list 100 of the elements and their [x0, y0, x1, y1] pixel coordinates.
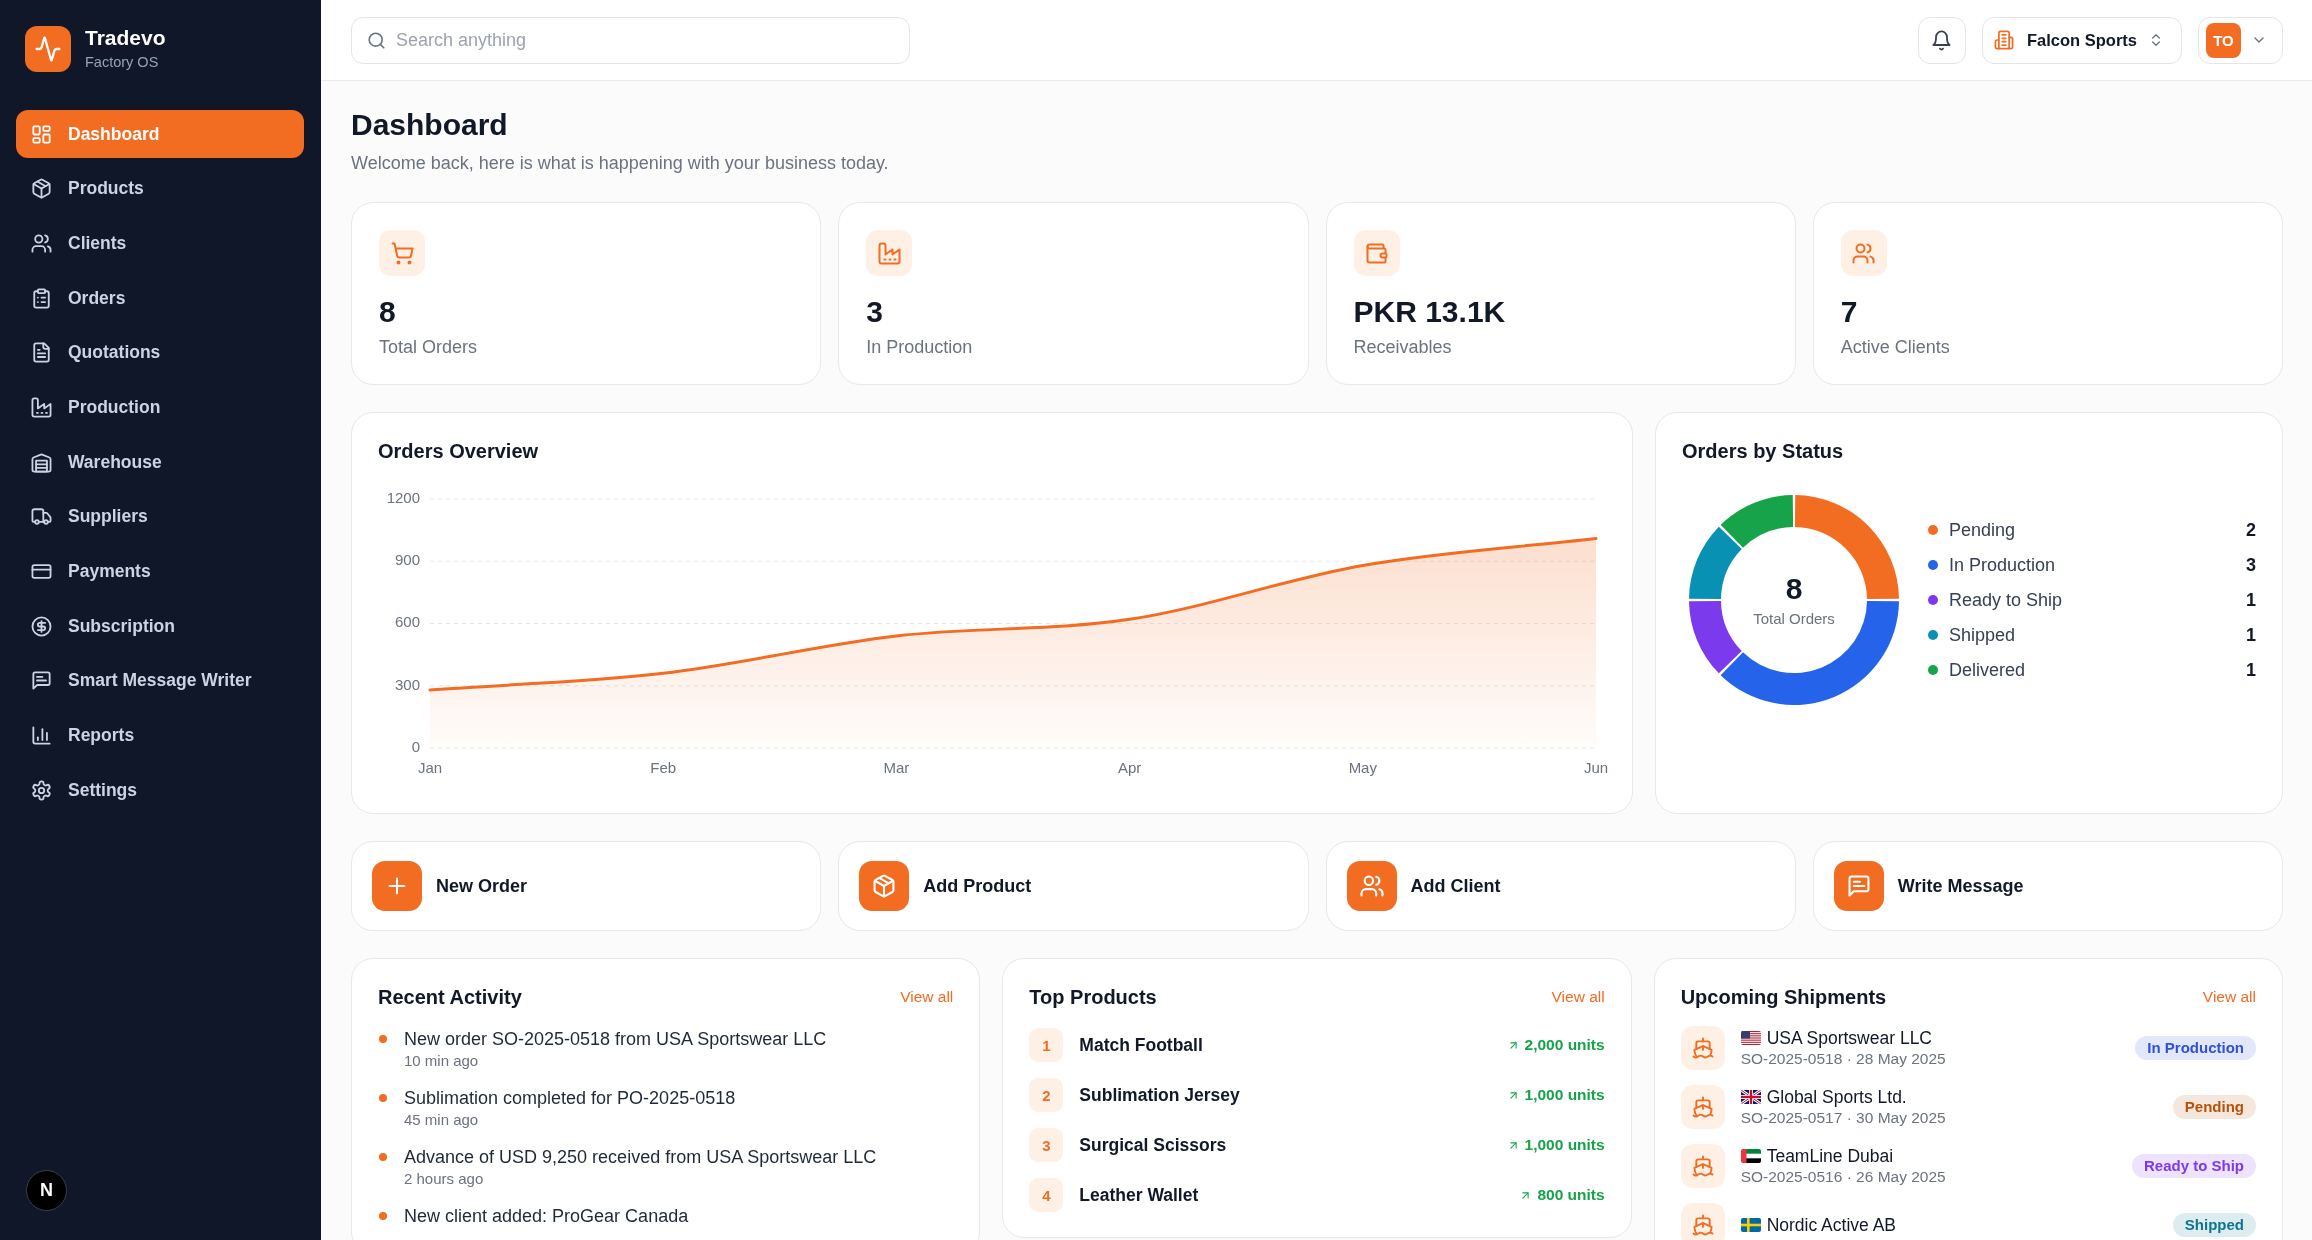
page-subtitle: Welcome back, here is what is happening with your business today. — [351, 152, 890, 175]
legend-count: 2 — [2246, 519, 2256, 542]
nav-item[interactable]: Clients — [16, 219, 304, 268]
flag-icon — [1740, 1090, 1761, 1104]
notifications-button[interactable] — [1918, 16, 1966, 64]
client-name: Global Sports Ltd. — [1766, 1086, 1907, 1108]
nav-item[interactable]: Payments — [16, 547, 304, 596]
company-selector[interactable]: Falcon Sports — [1982, 16, 2182, 64]
client-name: Nordic Active AB — [1766, 1214, 1897, 1236]
logo-icon — [25, 26, 71, 72]
status-tag: In Production — [2135, 1036, 2256, 1060]
arrow-up-right-icon — [1520, 1189, 1532, 1201]
page-title: Dashboard — [351, 108, 509, 142]
x-axis-label: Jan — [417, 758, 443, 776]
legend-count: 1 — [2246, 589, 2256, 612]
clipboard-icon — [32, 288, 51, 308]
quick-action-button[interactable]: Add Client — [1325, 841, 1796, 931]
bar-chart-icon — [32, 726, 51, 746]
x-axis-label: Mar — [883, 758, 910, 776]
nav-item[interactable]: Warehouse — [16, 438, 304, 487]
stat-label: In Production — [866, 336, 974, 359]
stat-label: Active Clients — [1840, 336, 1951, 359]
rank-number: 4 — [1029, 1178, 1064, 1212]
legend-count: 3 — [2246, 554, 2256, 577]
flag-icon — [1740, 1149, 1761, 1163]
legend-count: 1 — [2246, 624, 2256, 647]
donut-total: 8 — [1785, 571, 1803, 606]
stat-label: Total Orders — [379, 336, 479, 359]
nav-item[interactable]: Orders — [16, 274, 304, 323]
card-title: Upcoming Shipments — [1680, 985, 1887, 1010]
message-icon — [1833, 861, 1884, 911]
box-icon — [32, 179, 51, 199]
card-title: Top Products — [1029, 985, 1157, 1010]
activity-text: Sublimation completed for PO-2025-0518 — [404, 1087, 736, 1110]
donut-caption: Total Orders — [1753, 608, 1835, 629]
shipment-reference: SO-2025-0516 · 26 May 2025 — [1740, 1167, 1947, 1187]
brand-tagline: Factory OS — [85, 53, 160, 72]
grid-icon — [32, 124, 51, 144]
dot-icon — [379, 1094, 387, 1102]
flag-icon — [1740, 1218, 1761, 1232]
rank-number: 2 — [1029, 1078, 1064, 1112]
flag-icon — [1740, 1031, 1761, 1045]
rank-number: 1 — [1029, 1028, 1064, 1062]
activity-text: Advance of USD 9,250 received from USA Sportswear LLC — [404, 1146, 877, 1169]
y-axis-label: 0 — [411, 737, 420, 755]
activity-time: 45 min ago — [404, 1110, 480, 1130]
y-axis-label: 1200 — [386, 488, 420, 506]
x-axis-label: Apr — [1117, 758, 1142, 776]
truck-icon — [32, 507, 51, 527]
search-field[interactable]: Search anything — [351, 16, 910, 64]
x-axis-label: Jun — [1583, 758, 1609, 776]
x-axis-label: May — [1348, 758, 1377, 776]
dot-icon — [379, 1212, 387, 1220]
document-icon — [32, 343, 51, 363]
nav-item[interactable]: Suppliers — [16, 492, 304, 541]
warehouse-icon — [32, 452, 51, 472]
chevrons-icon — [2149, 33, 2163, 47]
activity-time: 2 hours ago — [404, 1169, 485, 1189]
cart-icon — [379, 230, 425, 276]
avatar: TO — [2206, 22, 2241, 58]
stat-value: PKR 13.1K — [1353, 294, 1507, 330]
nav-item[interactable]: Settings — [16, 766, 304, 815]
factory-icon — [32, 397, 51, 417]
legend-label: Pending — [1949, 519, 2017, 542]
dev-tools-button[interactable]: N — [26, 1170, 67, 1211]
quick-action-button[interactable]: New Order — [351, 841, 822, 931]
nav-item[interactable]: Products — [16, 164, 304, 213]
legend-label: Shipped — [1949, 624, 2017, 647]
ship-icon — [1680, 1203, 1725, 1240]
status-tag: Shipped — [2172, 1213, 2256, 1237]
nav-item[interactable]: Smart Message Writer — [16, 656, 304, 705]
message-icon — [32, 671, 51, 691]
legend-count: 1 — [2246, 659, 2256, 682]
product-name: Leather Wallet — [1079, 1184, 1200, 1206]
units-count: 1,000 units — [1524, 1136, 1605, 1154]
wallet-icon — [1353, 230, 1400, 276]
nav-item[interactable]: Reports — [16, 711, 304, 760]
card-title: Recent Activity — [378, 985, 522, 1010]
activity-text: New order SO-2025-0518 from USA Sportswear LLC — [404, 1028, 827, 1051]
shipment-reference: SO-2025-0517 · 30 May 2025 — [1740, 1108, 1947, 1128]
y-axis-label: 900 — [394, 551, 420, 569]
activity-text: New client added: ProGear Canada — [404, 1205, 689, 1228]
nav-item[interactable]: Production — [16, 383, 304, 432]
shipment-reference: SO-2025-0518 · 28 May 2025 — [1740, 1049, 1947, 1069]
nav-item[interactable]: Quotations — [16, 328, 304, 377]
legend-label: In Production — [1949, 554, 2057, 577]
client-name: USA Sportswear LLC — [1766, 1027, 1932, 1049]
nav-item[interactable]: Subscription — [16, 602, 304, 651]
stat-value: 3 — [866, 294, 884, 330]
quick-action-button[interactable]: Add Product — [838, 841, 1309, 931]
stat-value: 8 — [379, 294, 397, 330]
users-icon — [32, 233, 51, 253]
card-title: Orders Overview — [378, 439, 540, 464]
y-axis-label: 600 — [394, 613, 420, 631]
quick-action-button[interactable]: Write Message — [1812, 841, 2283, 931]
x-axis-label: Feb — [650, 758, 677, 776]
product-name: Surgical Scissors — [1079, 1134, 1228, 1156]
settings-icon — [32, 780, 51, 800]
legend-label: Ready to Ship — [1949, 589, 2064, 612]
product-name: Sublimation Jersey — [1079, 1084, 1241, 1106]
